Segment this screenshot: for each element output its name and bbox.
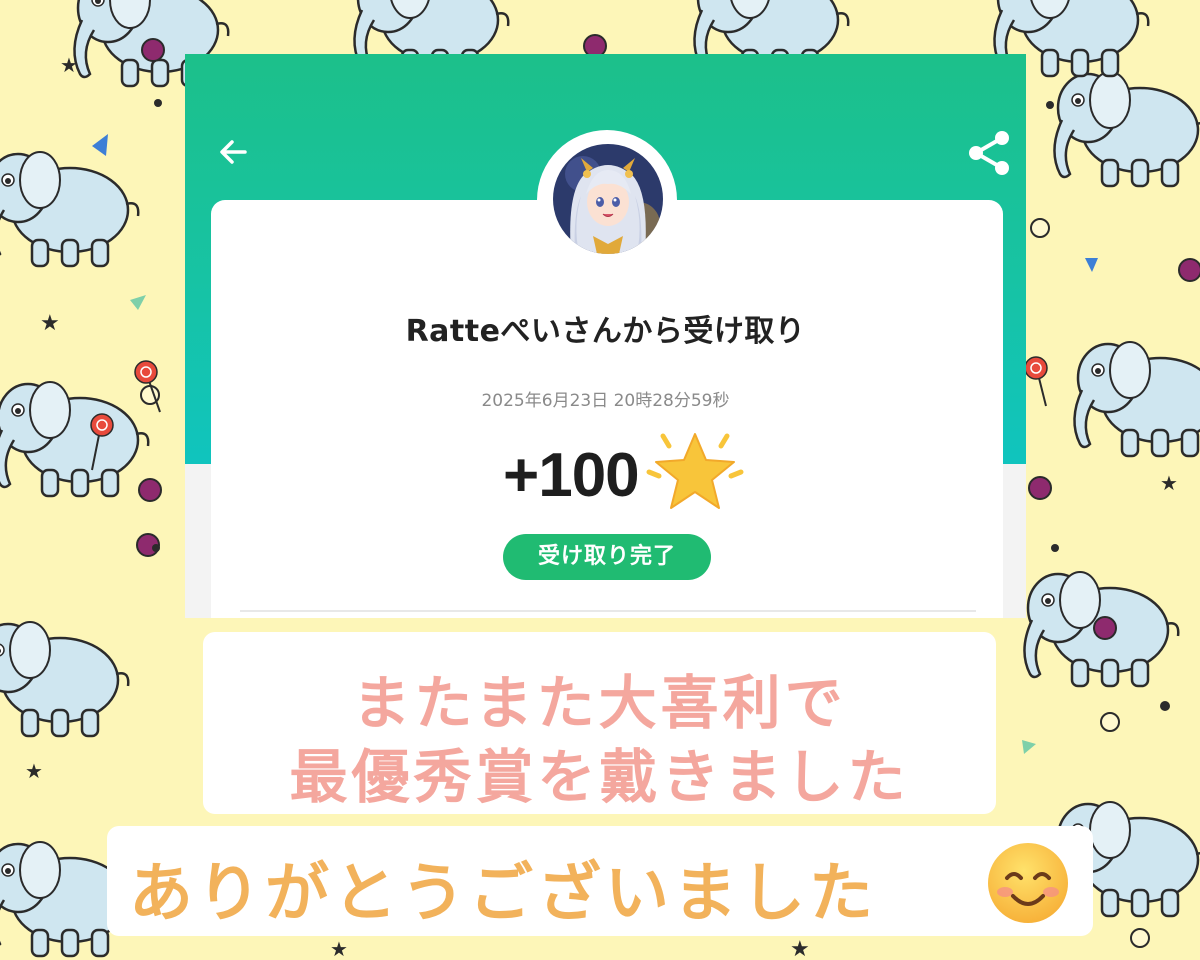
received-amount: +100: [503, 441, 640, 510]
status-badge: 受け取り完了: [503, 534, 711, 580]
sender-title: Ratteぺいさんから受け取り: [405, 314, 806, 349]
star-icon: [646, 433, 744, 509]
back-button[interactable]: [213, 132, 253, 172]
caption-box: またまた大喜利で 最優秀賞を戴きました: [203, 632, 996, 814]
svg-text:★: ★: [60, 53, 78, 77]
share-button[interactable]: [965, 128, 1015, 178]
svg-text:★: ★: [790, 937, 810, 960]
transaction-timestamp: 2025年6月23日 20時28分59秒: [481, 391, 730, 411]
caption-line-1: またまた大喜利で: [352, 669, 847, 737]
svg-text:★: ★: [1160, 471, 1178, 495]
share-icon: [969, 131, 1009, 175]
thanks-text: ありがとうございました: [129, 857, 877, 931]
avatar-image: [553, 144, 663, 254]
sender-avatar[interactable]: [553, 144, 663, 254]
divider: [240, 610, 976, 612]
smiling-face-icon: [988, 843, 1068, 923]
app-screenshot: Ratteぺいさんから受け取り 2025年6月23日 20時28分59秒 +10…: [185, 54, 1026, 618]
svg-text:★: ★: [330, 937, 348, 960]
caption-line-2: 最優秀賞を戴きました: [289, 743, 910, 811]
arrow-left-icon: [220, 140, 247, 164]
svg-text:★: ★: [40, 311, 60, 336]
thanks-box: ありがとうございました: [107, 826, 1093, 936]
svg-text:★: ★: [25, 759, 43, 783]
